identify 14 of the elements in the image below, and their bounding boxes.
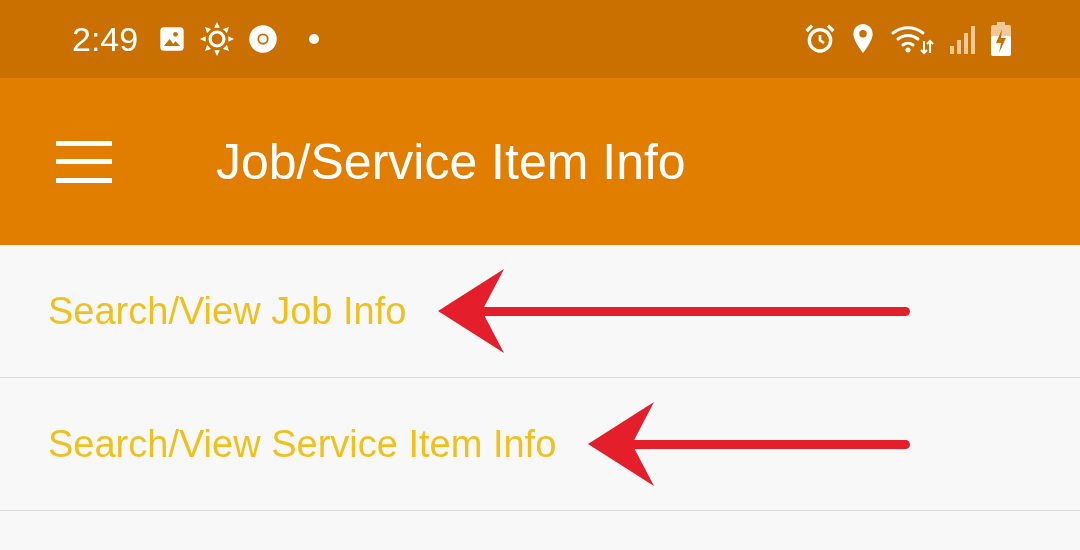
browser-icon — [248, 24, 279, 54]
menu-button[interactable] — [56, 140, 112, 183]
menu-item[interactable]: Search/View Service Item Info — [48, 422, 557, 466]
alarm-icon — [804, 23, 836, 55]
status-time: 2:49 — [72, 19, 139, 59]
image-icon — [158, 25, 187, 53]
app-title: Job/Service Item Info — [216, 132, 686, 191]
location-icon — [850, 24, 876, 54]
wifi-icon — [890, 23, 934, 55]
battery-charging-icon — [990, 22, 1012, 56]
notification-dot-icon — [308, 33, 321, 45]
signal-icon — [948, 24, 976, 54]
sun-icon — [200, 22, 235, 56]
menu-item[interactable]: Search/View Job Info — [48, 289, 407, 333]
